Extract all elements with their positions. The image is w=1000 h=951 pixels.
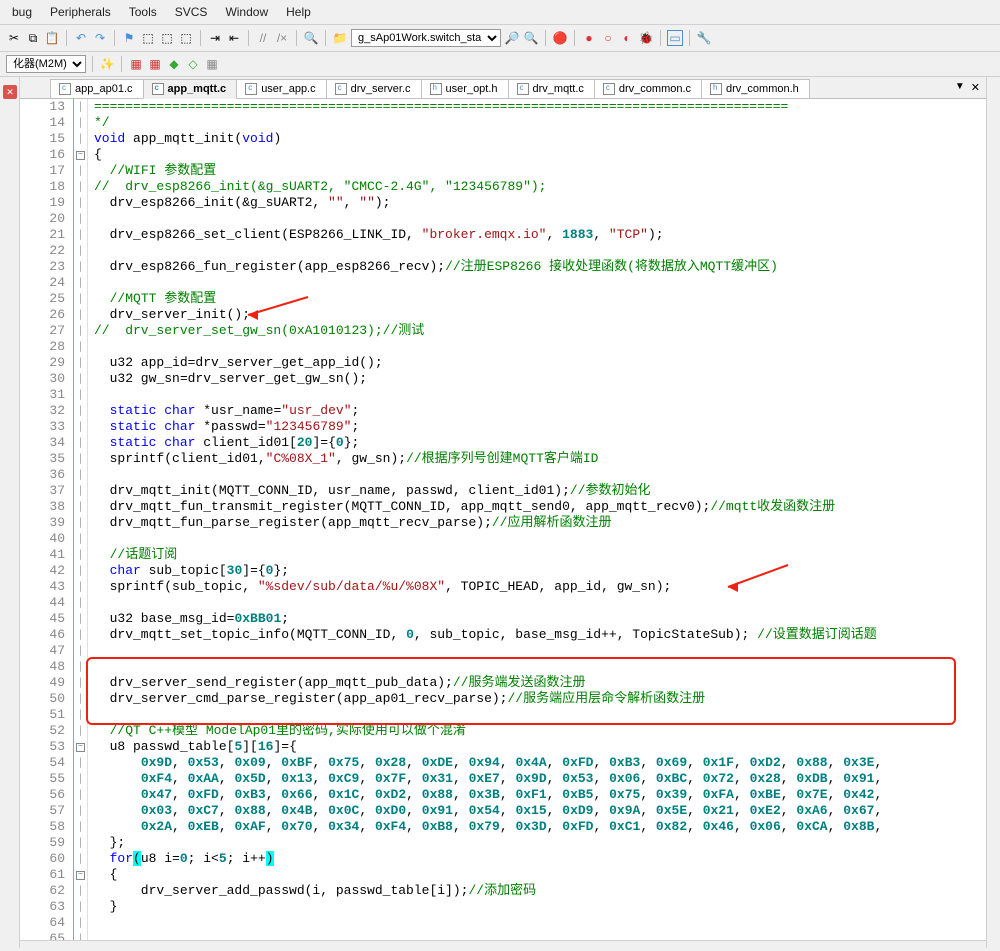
bookmark-prev-icon[interactable]: ⬚	[140, 30, 156, 46]
left-panel-collapsed: ✕	[0, 77, 20, 948]
tab-user_opt-h[interactable]: user_opt.h	[421, 79, 509, 98]
outdent-icon[interactable]: ⇤	[226, 30, 242, 46]
tab-label: drv_mqtt.c	[533, 83, 584, 95]
comment-icon[interactable]: //	[255, 30, 271, 46]
box2-icon[interactable]: ▦	[147, 56, 163, 72]
paste-icon[interactable]: 📋	[44, 30, 60, 46]
copy-icon[interactable]: ⧉	[25, 30, 41, 46]
target-dropdown[interactable]: 化器(M2M)	[6, 55, 86, 73]
find-next-icon[interactable]: 🔎	[504, 30, 520, 46]
main-toolbar: ✂ ⧉ 📋 ↶ ↷ ⚑ ⬚ ⬚ ⬚ ⇥ ⇤ // /× 🔍 📁 g_sAp01W…	[0, 25, 1000, 52]
tab-label: drv_common.c	[619, 83, 691, 95]
fold-toggle[interactable]: −	[76, 871, 85, 880]
wand-icon[interactable]: ✨	[99, 56, 115, 72]
tab-app_mqtt-c[interactable]: app_mqtt.c	[143, 79, 238, 99]
menu-svcs[interactable]: SVCS	[167, 2, 216, 22]
uncomment-icon[interactable]: /×	[274, 30, 290, 46]
tab-label: app_mqtt.c	[168, 83, 227, 95]
right-panel-collapsed	[986, 77, 1000, 948]
box1-icon[interactable]: ▦	[128, 56, 144, 72]
file-c-icon	[59, 83, 71, 95]
file-h-icon	[430, 83, 442, 95]
menu-help[interactable]: Help	[278, 2, 319, 22]
close-tab-icon[interactable]: ✕	[971, 81, 980, 94]
fold-column: │││−││││││││││││││││││││││││││││││││││││…	[74, 99, 88, 940]
debug-icon[interactable]: 🔴	[552, 30, 568, 46]
folder-icon[interactable]: 📁	[332, 30, 348, 46]
fold-toggle[interactable]: −	[76, 151, 85, 160]
tab-label: app_ap01.c	[75, 83, 133, 95]
file-h-icon	[710, 83, 722, 95]
file-c-icon	[603, 83, 615, 95]
tab-menu-icon[interactable]: ▼	[955, 81, 965, 94]
line-gutter: 1314151617181920212223242526272829303132…	[20, 99, 74, 940]
search-scope-dropdown[interactable]: g_sAp01Work.switch_sta	[351, 29, 501, 47]
find-icon[interactable]: 🔍	[303, 30, 319, 46]
indent-icon[interactable]: ⇥	[207, 30, 223, 46]
box4-icon[interactable]: ◇	[185, 56, 201, 72]
menu-tools[interactable]: Tools	[121, 2, 165, 22]
menu-peripherals[interactable]: Peripherals	[42, 2, 119, 22]
tab-label: user_app.c	[261, 83, 315, 95]
tab-drv_common-c[interactable]: drv_common.c	[594, 79, 702, 98]
bookmark-icon[interactable]: ⚑	[121, 30, 137, 46]
find-prev-icon[interactable]: 🔍	[523, 30, 539, 46]
code-editor[interactable]: 1314151617181920212223242526272829303132…	[20, 99, 986, 940]
menu-window[interactable]: Window	[217, 2, 276, 22]
file-c-icon	[245, 83, 257, 95]
file-c-icon	[335, 83, 347, 95]
tab-label: user_opt.h	[446, 83, 498, 95]
undo-icon[interactable]: ↶	[73, 30, 89, 46]
fold-toggle[interactable]: −	[76, 743, 85, 752]
tab-drv_server-c[interactable]: drv_server.c	[326, 79, 422, 98]
tab-drv_common-h[interactable]: drv_common.h	[701, 79, 810, 98]
config-icon[interactable]: 🔧	[696, 30, 712, 46]
tab-app_ap01-c[interactable]: app_ap01.c	[50, 79, 144, 98]
box5-icon[interactable]: ▦	[204, 56, 220, 72]
tab-label: drv_server.c	[351, 83, 411, 95]
step-into-icon[interactable]: ○	[600, 30, 616, 46]
box3-icon[interactable]: ◆	[166, 56, 182, 72]
build-toolbar: 化器(M2M) ✨ ▦ ▦ ◆ ◇ ▦	[0, 52, 1000, 77]
menu-bug[interactable]: bug	[4, 2, 40, 22]
editor-tabbar: app_ap01.c app_mqtt.c user_app.c drv_server…	[20, 77, 986, 99]
tab-drv_mqtt-c[interactable]: drv_mqtt.c	[508, 79, 595, 98]
code-content[interactable]: ========================================…	[88, 99, 882, 940]
redo-icon[interactable]: ↷	[92, 30, 108, 46]
menubar: bugPeripheralsToolsSVCSWindowHelp	[0, 0, 1000, 25]
step-over-icon[interactable]: ●	[581, 30, 597, 46]
run-icon[interactable]: 🐞	[638, 30, 654, 46]
bookmark-clear-icon[interactable]: ⬚	[178, 30, 194, 46]
window-icon[interactable]: ▭	[667, 30, 683, 46]
tab-user_app-c[interactable]: user_app.c	[236, 79, 326, 98]
file-c-icon	[152, 83, 164, 95]
close-panel-icon[interactable]: ✕	[3, 85, 17, 99]
step-out-icon[interactable]: ◐	[619, 30, 635, 46]
bookmark-next-icon[interactable]: ⬚	[159, 30, 175, 46]
cut-icon[interactable]: ✂	[6, 30, 22, 46]
tab-label: drv_common.h	[726, 83, 799, 95]
file-c-icon	[517, 83, 529, 95]
